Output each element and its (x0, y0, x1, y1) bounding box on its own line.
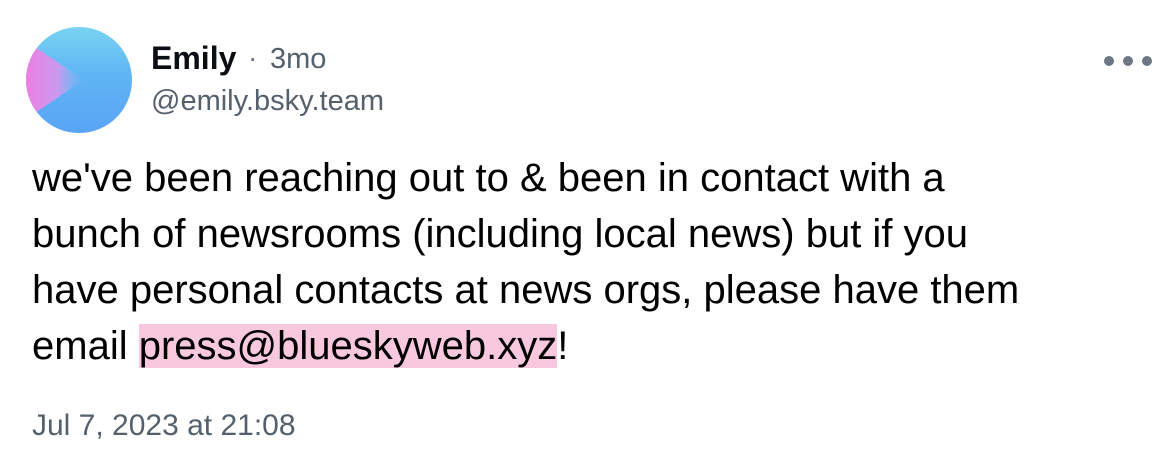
post-text-line: have personal contacts at news orgs, ple… (32, 268, 1020, 312)
more-horizontal-icon (1123, 56, 1133, 66)
avatar-image (26, 41, 84, 119)
post-body: we've been reaching out to & been in con… (32, 150, 1152, 374)
more-horizontal-icon (1104, 56, 1114, 66)
post-text-punctuation: ! (557, 324, 569, 368)
meta-separator: · (248, 42, 258, 73)
author-name[interactable]: Emily (151, 40, 236, 76)
post-text-line: bunch of newsrooms (including local news… (32, 212, 969, 256)
post-text-line: email (32, 324, 139, 368)
post-card: Emily · 3mo @emily.bsky.team we've been … (0, 0, 1176, 462)
post-date[interactable]: Jul 7, 2023 at 21:08 (32, 407, 296, 445)
author-handle[interactable]: @emily.bsky.team (151, 83, 384, 119)
avatar[interactable] (26, 27, 132, 133)
post-text-line: we've been reaching out to & been in con… (32, 156, 945, 200)
more-options-button[interactable] (1104, 46, 1152, 76)
email-link[interactable]: press@blueskyweb.xyz (138, 324, 558, 368)
more-horizontal-icon (1142, 56, 1152, 66)
relative-timestamp[interactable]: 3mo (270, 41, 326, 77)
